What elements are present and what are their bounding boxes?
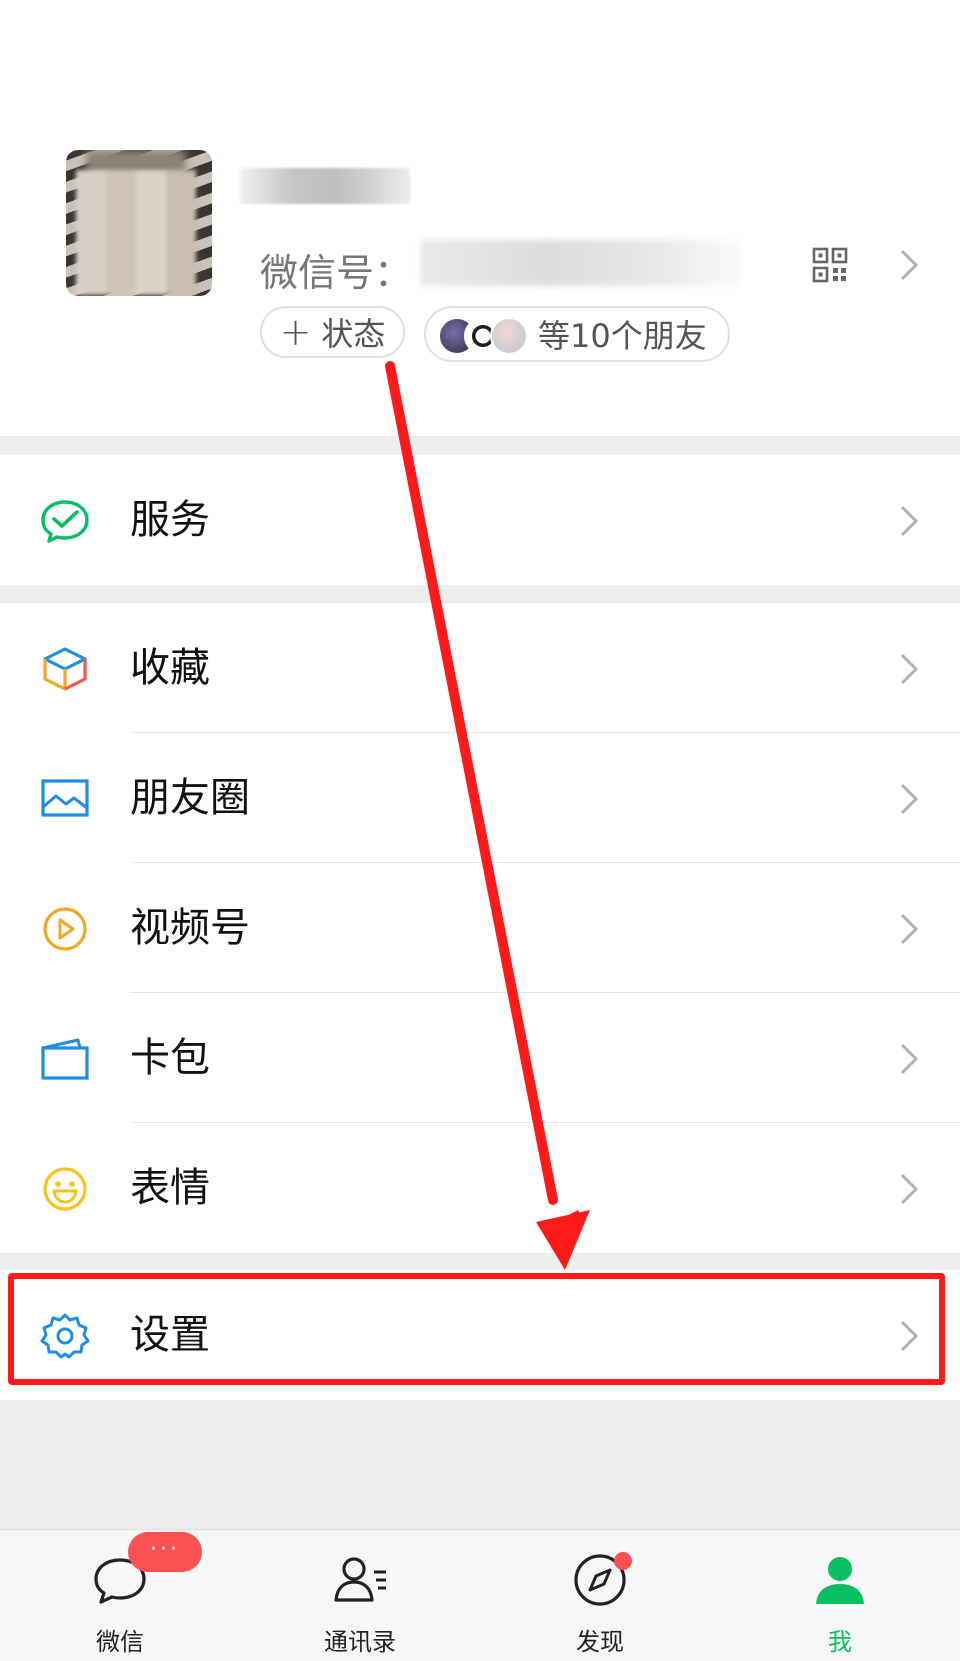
menu-item-stickers[interactable]: 表情 [0,1123,960,1253]
person-icon [816,1557,864,1604]
chevron-right-icon [900,1173,919,1205]
menu-group-main: 收藏 朋友圈 视频号 卡包 表情 [0,603,960,1253]
menu-item-label: 视频号 [130,905,250,951]
tab-contacts[interactable]: 通讯录 [300,1530,420,1661]
sticker-smile-icon [43,1167,87,1211]
menu-group-services: 服务 [0,455,960,585]
wechat-id-label: 微信号： [260,251,413,295]
friend-avatars [438,315,528,355]
chevron-right-icon [900,1043,919,1075]
menu-item-moments[interactable]: 朋友圈 [0,733,960,863]
menu-item-label: 卡包 [130,1035,210,1081]
discover-red-dot [614,1552,632,1570]
friends-status-button[interactable]: 等10个朋友 [424,306,730,362]
avatar[interactable] [66,150,212,296]
profile-header[interactable]: 微信号： + 状态 等10个朋友 [0,0,960,436]
tab-label: 我 [828,1628,852,1656]
chevron-right-icon [900,653,919,685]
menu-item-label: 朋友圈 [130,775,250,821]
menu-item-label: 收藏 [130,645,210,691]
chevron-right-icon [900,505,919,537]
menu-item-label: 表情 [130,1165,210,1211]
status-button[interactable]: + 状态 [260,306,405,358]
chevron-right-icon [900,913,919,945]
unread-badge: ··· [128,1532,202,1572]
tab-discover[interactable]: 发现 [540,1530,660,1661]
tab-label: 发现 [576,1628,624,1656]
moments-picture-icon [41,779,89,817]
chevron-right-icon [900,783,919,815]
friend-avatar [490,317,528,355]
wechat-pay-service-icon [41,500,89,543]
menu-item-services[interactable]: 服务 [0,455,960,585]
tab-label: 通讯录 [324,1628,396,1656]
highlight-box [8,1273,945,1385]
nickname-blurred [240,168,410,204]
status-label: 状态 [321,315,386,353]
menu-item-card-wallet[interactable]: 卡包 [0,993,960,1123]
tab-label: 微信 [96,1628,144,1656]
menu-item-label: 服务 [130,497,210,543]
plus-icon: + [279,310,312,354]
chevron-right-icon[interactable] [898,247,920,283]
avatar-face-mosaic [76,170,196,295]
friends-label: 等10个朋友 [538,317,707,355]
menu-item-channels[interactable]: 视频号 [0,863,960,993]
card-wallet-icon [41,1038,89,1080]
qr-code-icon[interactable] [812,247,848,283]
favorites-cube-icon [43,647,87,691]
menu-item-favorites[interactable]: 收藏 [0,603,960,733]
wechat-id-blurred [420,240,740,286]
contacts-icon [334,1557,386,1602]
channels-play-icon [43,907,87,951]
tab-me[interactable]: 我 [780,1530,900,1661]
